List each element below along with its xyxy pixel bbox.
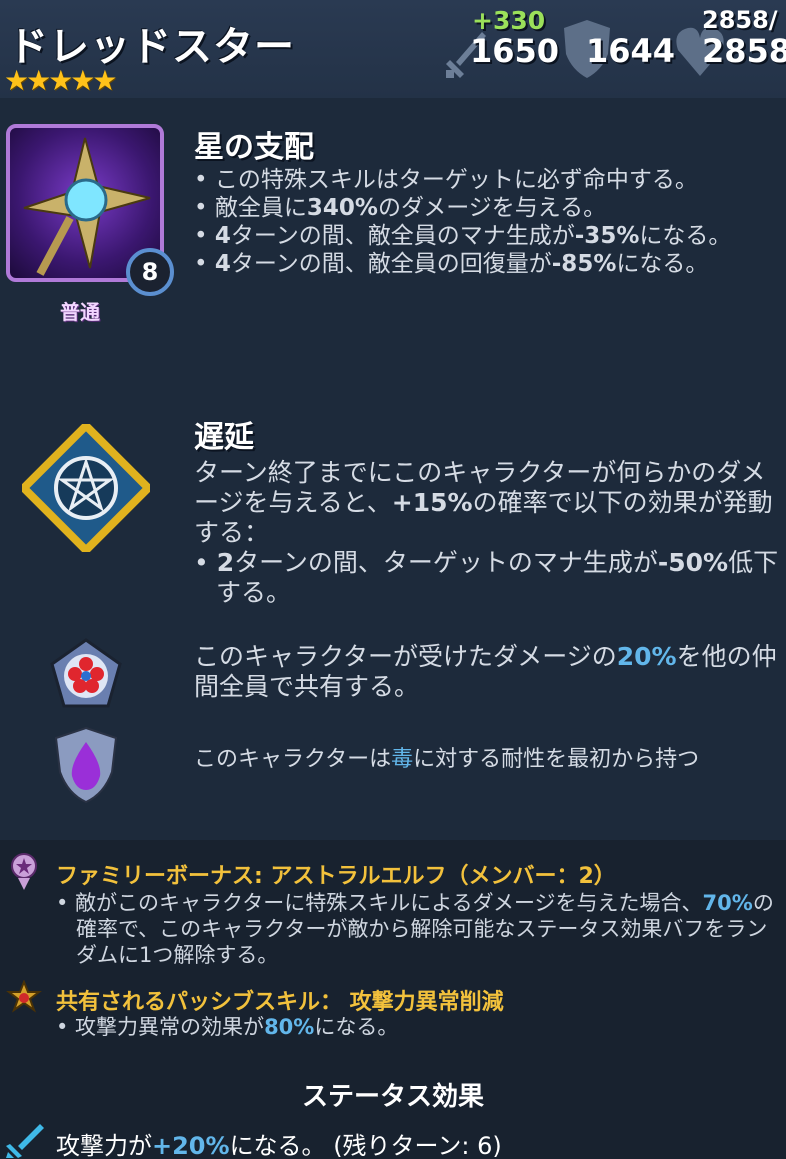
shared-passive-description: • 攻撃力異常の効果が80%になる。 bbox=[56, 1015, 399, 1039]
attack-up-icon bbox=[6, 1124, 44, 1158]
shared-passive-icon bbox=[6, 980, 42, 1013]
skill-line-3: • 4ターンの間、敵全員のマナ生成が-35%になる。 bbox=[194, 223, 732, 249]
skill-rarity: 普通 bbox=[60, 300, 100, 324]
shared-passive-title: 共有されるパッシブスキル： 攻撃力異常削減 bbox=[56, 990, 504, 1015]
shared-damage-icon[interactable] bbox=[48, 636, 124, 712]
skill-level-badge: 8 bbox=[126, 248, 174, 296]
skill-line-4: • 4ターンの間、敵全員の回復量が-85%になる。 bbox=[194, 251, 709, 277]
skill-line-1: • この特殊スキルはターゲットに必ず命中する。 bbox=[194, 167, 698, 193]
family-bonus-title: ファミリーボーナス: アストラルエルフ（メンバー：2） bbox=[56, 864, 616, 889]
pentagram-icon[interactable] bbox=[22, 424, 150, 552]
delay-skill-name: 遅延 bbox=[194, 420, 254, 455]
special-skill-description: • この特殊スキルはターゲットに必ず命中する。 • 敵全員に340%のダメージを… bbox=[194, 166, 780, 278]
attack-value: 1650 bbox=[470, 32, 560, 70]
skill-line-2: • 敵全員に340%のダメージを与える。 bbox=[194, 195, 607, 221]
attack-bonus: +330 bbox=[472, 6, 546, 35]
poison-resist-icon[interactable] bbox=[52, 724, 120, 804]
astral-elf-family-icon bbox=[11, 853, 37, 890]
health-value: 2858 bbox=[702, 32, 786, 70]
shared-damage-description: このキャラクターが受けたダメージの20%を他の仲間全員で共有する。 bbox=[194, 642, 777, 701]
star-rating: ★★★★★ bbox=[4, 64, 118, 97]
family-bonus-description: • 敵がこのキャラクターに特殊スキルによるダメージを与えた場合、70%の確率で、… bbox=[56, 891, 774, 967]
status-effect-attack: 攻撃力が+20%になる。 (残りターン: 6) bbox=[56, 1132, 502, 1159]
status-effects-title: ステータス効果 bbox=[301, 1082, 484, 1112]
defense-value: 1644 bbox=[586, 32, 676, 70]
poison-resist-description: このキャラクターは毒に対する耐性を最初から持つ bbox=[194, 747, 700, 772]
special-skill-name: 星の支配 bbox=[194, 130, 314, 165]
health-max: 2858/ bbox=[702, 6, 778, 34]
delay-skill-description: ターン終了までにこのキャラクターが何らかのダメージを与えると、+15%の確率で以… bbox=[194, 458, 779, 607]
